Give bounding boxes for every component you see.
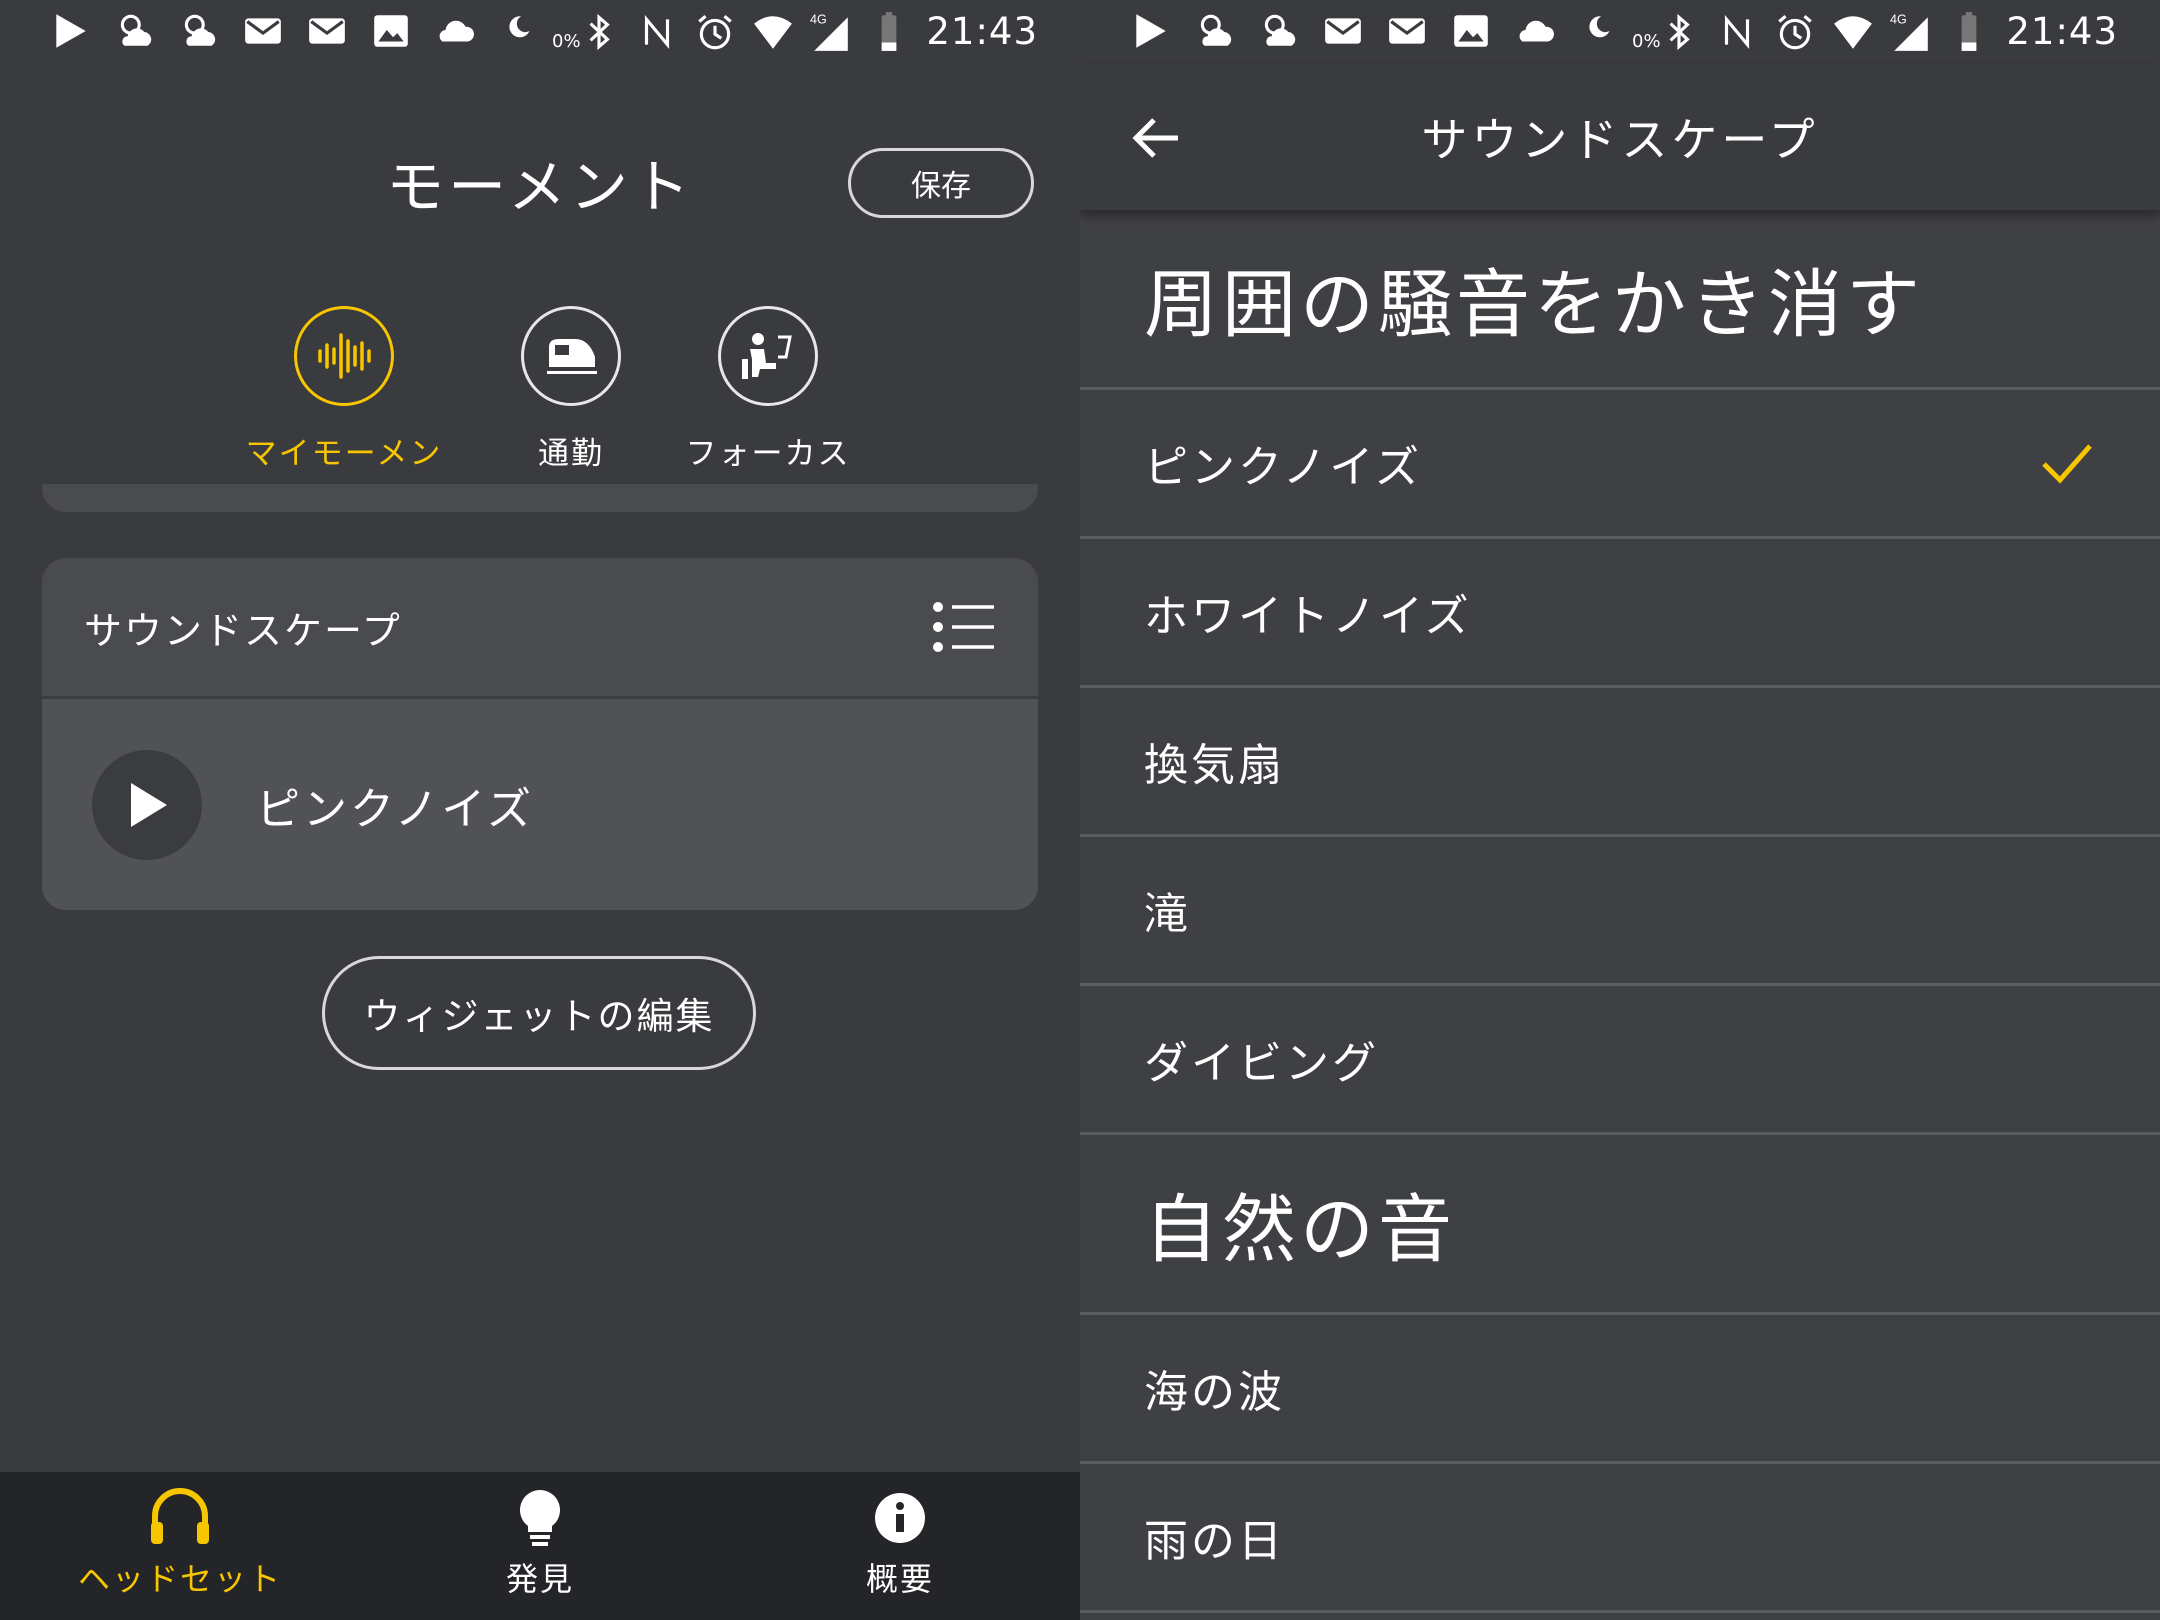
bluetooth-icon [1669,13,1691,50]
section-heading: 自然の音 [1080,1135,2160,1315]
soundscape-card-title: サウンドスケープ [84,608,402,653]
mail-icon [1389,18,1425,44]
list-item[interactable]: 滝 [1080,837,2160,986]
clock: 21:43 [2006,10,2118,53]
soundscape-list: 周囲の騒音をかき消す ピンクノイズ ホワイトノイズ 換気扇 滝 ダイビング 自然… [1080,210,2160,1613]
list-item[interactable]: 換気扇 [1080,688,2160,837]
collapsed-card-edge [42,484,1038,512]
nav-headset[interactable]: ヘッドセット [60,1486,300,1600]
nav-label: ヘッドセット [77,1560,282,1598]
weather-cloud-sun-icon [1264,14,1296,46]
svg-text:4G: 4G [1890,12,1907,26]
cloud-icon [439,20,474,42]
info-icon [875,1493,925,1543]
alarm-icon [698,14,733,49]
section-heading: 周囲の騒音をかき消す [1080,210,2160,390]
weather-cloud-sun-icon [1200,14,1232,46]
soundscape-header: サウンドスケープ [1080,64,2160,210]
battery-saver-percent: 0% [1632,30,1661,52]
moment-focus[interactable]: フォーカス [658,306,878,473]
alarm-icon [1778,14,1813,49]
headphones-icon [151,1488,209,1544]
moon-icon [1589,16,1610,38]
list-item-label: 滝 [1144,889,1191,940]
nav-label: 発見 [505,1560,574,1598]
clock: 21:43 [926,10,1038,53]
moment-label: 通勤 [538,436,604,472]
weather-cloud-sun-icon [184,14,216,46]
list-item-label: ダイビング [1144,1038,1379,1089]
moments-screen: 0% 4G 21:43 モーメント 保存 マイモーメン 通勤 フォーカス サウン… [0,0,1080,1620]
list-item-label: 換気扇 [1144,740,1285,791]
list-item[interactable]: ホワイトノイズ [1080,539,2160,688]
play-button[interactable] [92,749,202,860]
nav-label: 概要 [865,1560,934,1598]
battery-saver-percent: 0% [552,30,581,52]
now-playing-row: ピンクノイズ [42,699,1038,910]
moment-label: フォーカス [685,436,851,472]
nfc-icon [1725,14,1750,49]
list-item-label: 雨の日 [1144,1516,1285,1567]
battery-icon [882,11,897,51]
play-notification-icon [1136,14,1166,48]
checkmark-icon [2042,444,2092,484]
bottom-navigation: ヘッドセット 発見 概要 [0,1472,1080,1620]
cloud-icon [1519,20,1554,42]
nfc-icon [645,14,670,49]
moon-icon [509,16,530,38]
lightbulb-icon [520,1490,560,1546]
save-button[interactable]: 保存 [848,148,1034,218]
mail-icon [245,18,281,44]
mail-icon [309,18,345,44]
list-item[interactable]: 海の波 [1080,1315,2160,1464]
list-icon[interactable] [932,601,996,653]
list-item[interactable]: 雨の日 [1080,1464,2160,1613]
battery-icon [1962,11,1977,51]
weather-cloud-sun-icon [120,14,152,46]
edit-widget-button[interactable]: ウィジェットの編集 [322,956,756,1070]
list-item-label: ピンクノイズ [1144,442,1423,493]
status-bar: 0% 4G 21:43 [1080,0,2160,64]
current-track-label: ピンクノイズ [256,783,535,835]
signal-4g-icon: 4G [1890,12,1929,51]
nav-discover[interactable]: 発見 [480,1486,600,1600]
moments-header: モーメント 保存 マイモーメント [0,64,1080,517]
list-item-label: 海の波 [1144,1367,1285,1418]
desk-worker-icon [742,333,792,379]
play-notification-icon [56,14,86,48]
mail-icon [1325,18,1361,44]
soundscape-card-header: サウンドスケープ [42,558,1038,699]
list-item-label: ホワイトノイズ [1144,591,1472,642]
nav-about[interactable]: 概要 [840,1486,960,1600]
soundscape-card: サウンドスケープ ピンクノイズ [42,558,1038,910]
play-icon [131,782,167,827]
list-item[interactable]: ダイビング [1080,986,2160,1135]
sound-wave-icon [318,333,371,379]
status-bar: 0% 4G 21:43 [0,0,1080,64]
wifi-icon [1834,15,1873,49]
bluetooth-icon [589,13,611,50]
page-title: サウンドスケープ [1421,113,1819,167]
signal-4g-icon: 4G [810,12,849,51]
soundscape-screen: 0% 4G 21:43 サウンドスケープ 周囲の騒音をかき消す ピンクノイズ ホ… [1080,0,2160,1620]
moment-commute[interactable]: 通勤 [461,306,681,473]
list-item[interactable]: ピンクノイズ [1080,390,2160,539]
image-icon [374,15,408,47]
train-icon [547,339,597,374]
svg-text:4G: 4G [810,12,827,26]
image-icon [1454,15,1488,47]
wifi-icon [754,15,793,49]
